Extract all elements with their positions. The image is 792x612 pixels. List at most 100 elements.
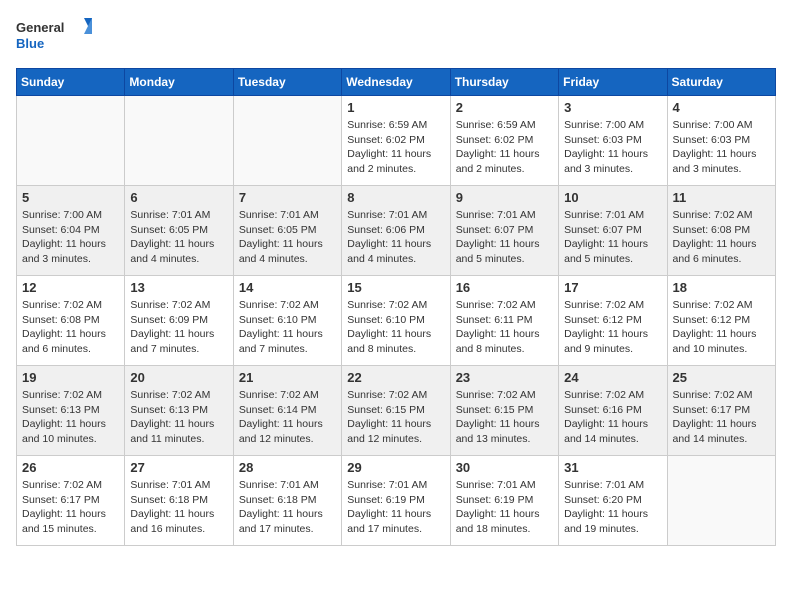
day-info: Sunrise: 7:02 AMSunset: 6:17 PMDaylight:…: [673, 388, 770, 447]
day-info: Sunrise: 6:59 AMSunset: 6:02 PMDaylight:…: [347, 118, 444, 177]
calendar-week-row: 5Sunrise: 7:00 AMSunset: 6:04 PMDaylight…: [17, 186, 776, 276]
calendar-cell: 9 Sunrise: 7:01 AMSunset: 6:07 PMDaylight…: [450, 186, 558, 276]
day-info: Sunrise: 7:02 AMSunset: 6:15 PMDaylight:…: [347, 388, 444, 447]
calendar-cell: 14 Sunrise: 7:02 AMSunset: 6:10 PMDayligh…: [233, 276, 341, 366]
day-number: 8: [347, 190, 444, 205]
day-info: Sunrise: 7:02 AMSunset: 6:14 PMDaylight:…: [239, 388, 336, 447]
calendar-cell: 7 Sunrise: 7:01 AMSunset: 6:05 PMDaylight…: [233, 186, 341, 276]
day-number: 19: [22, 370, 119, 385]
calendar-cell: [17, 96, 125, 186]
calendar-header-row: SundayMondayTuesdayWednesdayThursdayFrid…: [17, 69, 776, 96]
svg-text:General: General: [16, 20, 64, 35]
calendar-week-row: 19 Sunrise: 7:02 AMSunset: 6:13 PMDayligh…: [17, 366, 776, 456]
calendar-cell: 24 Sunrise: 7:02 AMSunset: 6:16 PMDayligh…: [559, 366, 667, 456]
day-number: 25: [673, 370, 770, 385]
calendar-cell: 3 Sunrise: 7:00 AMSunset: 6:03 PMDaylight…: [559, 96, 667, 186]
calendar-cell: 10 Sunrise: 7:01 AMSunset: 6:07 PMDayligh…: [559, 186, 667, 276]
day-number: 11: [673, 190, 770, 205]
calendar-cell: 16Sunrise: 7:02 AMSunset: 6:11 PMDayligh…: [450, 276, 558, 366]
day-number: 29: [347, 460, 444, 475]
day-number: 10: [564, 190, 661, 205]
day-number: 14: [239, 280, 336, 295]
day-number: 3: [564, 100, 661, 115]
day-info: Sunrise: 7:01 AMSunset: 6:18 PMDaylight:…: [130, 478, 227, 537]
day-info: Sunrise: 7:01 AMSunset: 6:20 PMDaylight:…: [564, 478, 661, 537]
calendar-cell: 11 Sunrise: 7:02 AMSunset: 6:08 PMDayligh…: [667, 186, 775, 276]
day-info: Sunrise: 7:02 AMSunset: 6:12 PMDaylight:…: [673, 298, 770, 357]
day-number: 20: [130, 370, 227, 385]
day-number: 26: [22, 460, 119, 475]
day-info: Sunrise: 7:02 AMSunset: 6:08 PMDaylight:…: [22, 298, 119, 357]
calendar-cell: 22 Sunrise: 7:02 AMSunset: 6:15 PMDayligh…: [342, 366, 450, 456]
day-info: Sunrise: 7:02 AMSunset: 6:10 PMDaylight:…: [347, 298, 444, 357]
calendar-cell: 21 Sunrise: 7:02 AMSunset: 6:14 PMDayligh…: [233, 366, 341, 456]
calendar-cell: 29 Sunrise: 7:01 AMSunset: 6:19 PMDayligh…: [342, 456, 450, 546]
day-info: Sunrise: 7:02 AMSunset: 6:17 PMDaylight:…: [22, 478, 119, 537]
day-info: Sunrise: 7:01 AMSunset: 6:19 PMDaylight:…: [347, 478, 444, 537]
day-info: Sunrise: 6:59 AMSunset: 6:02 PMDaylight:…: [456, 118, 553, 177]
logo: General Blue: [16, 16, 96, 56]
day-info: Sunrise: 7:02 AMSunset: 6:09 PMDaylight:…: [130, 298, 227, 357]
day-info: Sunrise: 7:00 AMSunset: 6:03 PMDaylight:…: [564, 118, 661, 177]
day-number: 15: [347, 280, 444, 295]
calendar-header-friday: Friday: [559, 69, 667, 96]
calendar-header-saturday: Saturday: [667, 69, 775, 96]
logo-svg: General Blue: [16, 16, 96, 56]
calendar-cell: 23Sunrise: 7:02 AMSunset: 6:15 PMDayligh…: [450, 366, 558, 456]
day-number: 24: [564, 370, 661, 385]
day-number: 18: [673, 280, 770, 295]
day-number: 1: [347, 100, 444, 115]
calendar-header-wednesday: Wednesday: [342, 69, 450, 96]
day-info: Sunrise: 7:02 AMSunset: 6:13 PMDaylight:…: [22, 388, 119, 447]
calendar-cell: 12Sunrise: 7:02 AMSunset: 6:08 PMDayligh…: [17, 276, 125, 366]
day-info: Sunrise: 7:01 AMSunset: 6:19 PMDaylight:…: [456, 478, 553, 537]
day-number: 21: [239, 370, 336, 385]
calendar-cell: 8Sunrise: 7:01 AMSunset: 6:06 PMDaylight…: [342, 186, 450, 276]
calendar-cell: 2Sunrise: 6:59 AMSunset: 6:02 PMDaylight…: [450, 96, 558, 186]
calendar-header-sunday: Sunday: [17, 69, 125, 96]
calendar-cell: 27 Sunrise: 7:01 AMSunset: 6:18 PMDayligh…: [125, 456, 233, 546]
calendar-cell: 18 Sunrise: 7:02 AMSunset: 6:12 PMDayligh…: [667, 276, 775, 366]
day-info: Sunrise: 7:02 AMSunset: 6:08 PMDaylight:…: [673, 208, 770, 267]
calendar-cell: 30 Sunrise: 7:01 AMSunset: 6:19 PMDayligh…: [450, 456, 558, 546]
day-info: Sunrise: 7:01 AMSunset: 6:05 PMDaylight:…: [239, 208, 336, 267]
calendar-cell: 31 Sunrise: 7:01 AMSunset: 6:20 PMDayligh…: [559, 456, 667, 546]
day-number: 28: [239, 460, 336, 475]
day-number: 23: [456, 370, 553, 385]
calendar-cell: 20 Sunrise: 7:02 AMSunset: 6:13 PMDayligh…: [125, 366, 233, 456]
calendar-cell: [233, 96, 341, 186]
day-number: 17: [564, 280, 661, 295]
day-info: Sunrise: 7:01 AMSunset: 6:05 PMDaylight:…: [130, 208, 227, 267]
day-number: 27: [130, 460, 227, 475]
calendar-header-tuesday: Tuesday: [233, 69, 341, 96]
day-number: 30: [456, 460, 553, 475]
day-number: 9: [456, 190, 553, 205]
day-info: Sunrise: 7:02 AMSunset: 6:13 PMDaylight:…: [130, 388, 227, 447]
day-info: Sunrise: 7:00 AMSunset: 6:03 PMDaylight:…: [673, 118, 770, 177]
day-number: 4: [673, 100, 770, 115]
calendar-cell: 1 Sunrise: 6:59 AMSunset: 6:02 PMDaylight…: [342, 96, 450, 186]
day-number: 6: [130, 190, 227, 205]
calendar-cell: 13Sunrise: 7:02 AMSunset: 6:09 PMDayligh…: [125, 276, 233, 366]
day-number: 7: [239, 190, 336, 205]
calendar-week-row: 12Sunrise: 7:02 AMSunset: 6:08 PMDayligh…: [17, 276, 776, 366]
calendar-header-monday: Monday: [125, 69, 233, 96]
calendar-cell: 15 Sunrise: 7:02 AMSunset: 6:10 PMDayligh…: [342, 276, 450, 366]
day-info: Sunrise: 7:02 AMSunset: 6:16 PMDaylight:…: [564, 388, 661, 447]
calendar-cell: 28 Sunrise: 7:01 AMSunset: 6:18 PMDayligh…: [233, 456, 341, 546]
day-info: Sunrise: 7:02 AMSunset: 6:12 PMDaylight:…: [564, 298, 661, 357]
calendar-week-row: 26 Sunrise: 7:02 AMSunset: 6:17 PMDayligh…: [17, 456, 776, 546]
day-info: Sunrise: 7:02 AMSunset: 6:10 PMDaylight:…: [239, 298, 336, 357]
calendar-cell: 6 Sunrise: 7:01 AMSunset: 6:05 PMDaylight…: [125, 186, 233, 276]
day-info: Sunrise: 7:01 AMSunset: 6:18 PMDaylight:…: [239, 478, 336, 537]
day-number: 31: [564, 460, 661, 475]
day-info: Sunrise: 7:01 AMSunset: 6:07 PMDaylight:…: [564, 208, 661, 267]
calendar-cell: 5Sunrise: 7:00 AMSunset: 6:04 PMDaylight…: [17, 186, 125, 276]
day-info: Sunrise: 7:01 AMSunset: 6:07 PMDaylight:…: [456, 208, 553, 267]
calendar-week-row: 1 Sunrise: 6:59 AMSunset: 6:02 PMDaylight…: [17, 96, 776, 186]
calendar-cell: 19 Sunrise: 7:02 AMSunset: 6:13 PMDayligh…: [17, 366, 125, 456]
calendar-cell: [125, 96, 233, 186]
day-number: 5: [22, 190, 119, 205]
calendar-cell: 26 Sunrise: 7:02 AMSunset: 6:17 PMDayligh…: [17, 456, 125, 546]
day-number: 22: [347, 370, 444, 385]
